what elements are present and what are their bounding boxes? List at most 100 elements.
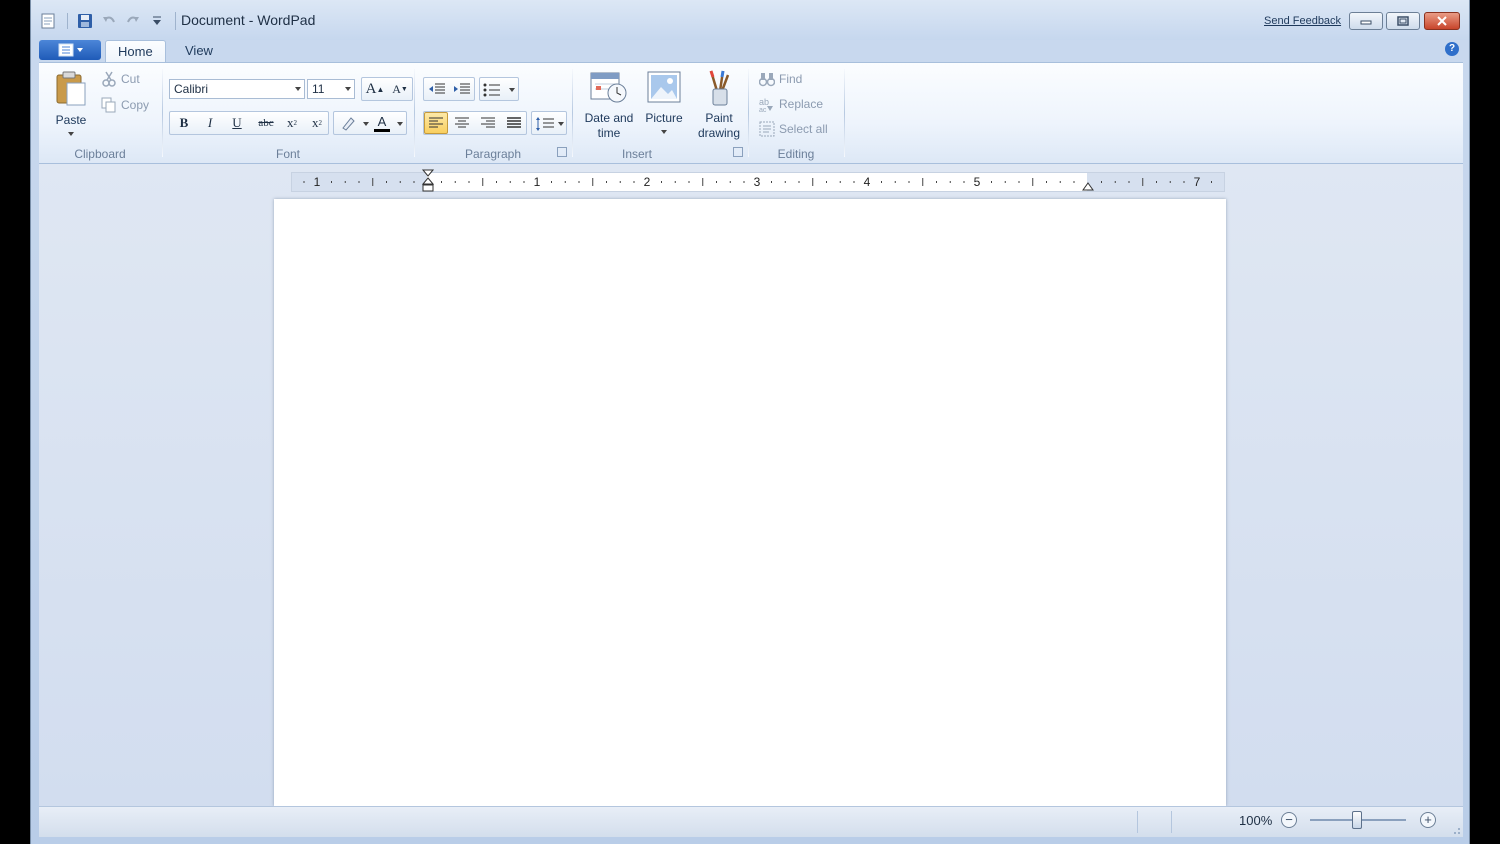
customize-qat-icon[interactable] — [146, 11, 168, 31]
align-right-icon — [481, 117, 495, 128]
save-icon[interactable] — [74, 11, 96, 31]
chevron-down-icon[interactable] — [396, 121, 404, 127]
highlight-button[interactable] — [336, 112, 360, 134]
restore-icon — [1397, 16, 1409, 26]
font-family-dropdown[interactable]: Calibri — [169, 79, 305, 99]
editing-group-label: Editing — [777, 147, 815, 161]
calendar-clock-icon — [590, 72, 627, 103]
shrink-font-icon: A — [392, 81, 401, 96]
wordpad-app-icon[interactable] — [37, 11, 59, 31]
decrease-indent-button[interactable] — [425, 78, 449, 100]
document-menu-icon — [58, 43, 83, 57]
undo-icon[interactable] — [98, 11, 120, 31]
font-color-bar — [374, 128, 390, 132]
close-button[interactable] — [1424, 12, 1460, 30]
increase-indent-icon — [454, 83, 470, 94]
redo-icon[interactable] — [122, 11, 144, 31]
quick-access-toolbar — [37, 10, 170, 32]
increase-indent-button[interactable] — [450, 78, 474, 100]
zoom-slider-thumb[interactable] — [1352, 811, 1362, 829]
shrink-font-button[interactable]: A ▼ — [388, 78, 412, 100]
font-size-buttons: A ▲ A ▼ — [361, 77, 413, 101]
ruler[interactable]: 1 1 2 3 4 5 7 — [291, 169, 1225, 195]
list-button[interactable] — [479, 77, 519, 101]
select-all-icon — [759, 121, 775, 137]
ribbon-tab-bar: Home View ? — [39, 38, 1463, 63]
grow-font-button[interactable]: A ▲ — [363, 78, 387, 100]
zoom-out-button[interactable]: − — [1281, 812, 1297, 828]
insert-dialog-launcher-icon[interactable] — [733, 147, 743, 157]
superscript-button[interactable]: x2 — [305, 112, 329, 134]
bold-button[interactable]: B — [172, 112, 196, 134]
zoom-level[interactable]: 100% — [1239, 813, 1272, 828]
align-right-button[interactable] — [476, 112, 500, 134]
align-center-button[interactable] — [450, 112, 474, 134]
paint-drawing-label-line2: drawing — [697, 126, 741, 140]
help-icon[interactable]: ? — [1445, 42, 1459, 56]
chevron-down-icon — [558, 122, 564, 126]
copy-label: Copy — [121, 98, 150, 112]
paste-dropdown-icon — [68, 132, 74, 136]
ruler-label: 1 — [534, 175, 541, 189]
alignment-buttons — [423, 111, 527, 135]
editing-group: Find ab ac Replace Select all Editing — [749, 63, 843, 163]
paragraph-group-label: Paragraph — [464, 147, 522, 161]
tab-view[interactable]: View — [173, 40, 225, 62]
scissors-icon — [102, 71, 116, 87]
clipboard-group: Paste Cut Copy Clipboard — [39, 63, 161, 163]
find-button[interactable]: Find — [759, 71, 802, 87]
decrease-indent-icon — [429, 83, 445, 94]
font-size-dropdown[interactable]: 11 — [307, 79, 355, 99]
paste-icon — [56, 71, 86, 106]
font-group: Calibri 11 A ▲ A ▼ B I U abc x2 x2 A Fon… — [163, 63, 413, 163]
chevron-down-icon — [345, 87, 351, 91]
ruler-label: 4 — [864, 175, 871, 189]
subscript-button[interactable]: x2 — [280, 112, 304, 134]
chevron-down-icon[interactable] — [362, 121, 370, 127]
paint-drawing-label-line1: Paint — [705, 111, 733, 125]
italic-button[interactable]: I — [198, 112, 222, 134]
indent-buttons — [423, 77, 475, 101]
maximize-button[interactable] — [1386, 12, 1420, 30]
select-all-button[interactable]: Select all — [759, 121, 828, 137]
wordpad-window: Document - WordPad Send Feedback Home Vi… — [30, 0, 1470, 844]
document-page[interactable] — [274, 199, 1226, 806]
ruler-label: 3 — [754, 175, 761, 189]
strikethrough-button[interactable]: abc — [252, 112, 280, 134]
insert-group-label: Insert — [621, 147, 652, 161]
title-bar: Document - WordPad Send Feedback — [31, 0, 1469, 40]
picture-button[interactable]: Picture — [641, 67, 687, 143]
line-spacing-icon — [536, 117, 554, 131]
date-time-button[interactable]: Date and time — [581, 67, 637, 143]
zoom-in-button[interactable]: + — [1420, 812, 1436, 828]
bulleted-list-icon — [483, 83, 500, 97]
ruler-label: 5 — [974, 175, 981, 189]
paragraph-dialog-launcher-icon[interactable] — [557, 147, 567, 157]
font-color-button[interactable]: A — [370, 112, 394, 134]
line-spacing-button[interactable] — [531, 111, 567, 135]
tab-home[interactable]: Home — [105, 40, 166, 63]
right-indent-marker-icon[interactable] — [1082, 182, 1094, 192]
date-time-label-line2: time — [597, 126, 621, 140]
replace-button[interactable]: ab ac Replace — [759, 96, 823, 112]
justify-button[interactable] — [502, 112, 526, 134]
paint-drawing-button[interactable]: Paint drawing — [691, 67, 747, 143]
status-bar: 100% − + — [39, 806, 1463, 837]
status-separator — [1171, 811, 1172, 833]
indent-marker-icon[interactable] — [422, 169, 434, 195]
font-family-value: Calibri — [174, 82, 209, 96]
align-left-button[interactable] — [424, 112, 448, 134]
highlighter-icon — [342, 117, 355, 131]
paste-button[interactable]: Paste — [49, 67, 93, 139]
send-feedback-link[interactable]: Send Feedback — [1264, 15, 1341, 27]
underline-button[interactable]: U — [225, 112, 249, 134]
copy-button[interactable]: Copy — [101, 97, 149, 113]
ruler-right-margin — [1087, 173, 1224, 191]
ruler-label: 2 — [644, 175, 651, 189]
resize-grip-icon[interactable] — [1451, 825, 1461, 835]
font-color-icon: A — [377, 113, 387, 129]
minimize-button[interactable] — [1349, 12, 1383, 30]
application-menu-button[interactable] — [39, 40, 101, 60]
cut-button[interactable]: Cut — [101, 71, 140, 87]
ribbon-home: Paste Cut Copy Clipboard Calibri 11 A ▲ … — [39, 62, 1463, 164]
